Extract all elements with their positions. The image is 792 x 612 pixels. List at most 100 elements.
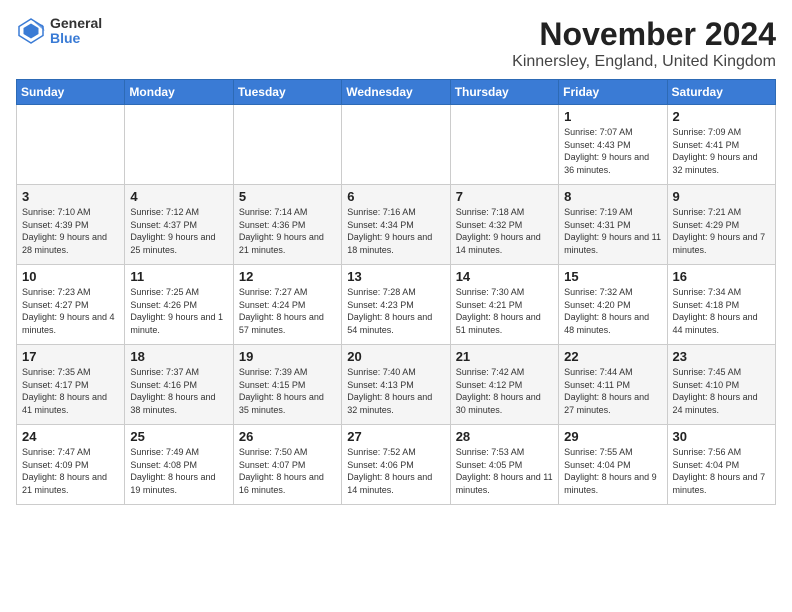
day-number: 21 (456, 349, 553, 364)
header-saturday: Saturday (667, 80, 775, 105)
title-area: November 2024 Kinnersley, England, Unite… (512, 16, 776, 71)
day-info: Sunrise: 7:56 AM Sunset: 4:04 PM Dayligh… (673, 446, 770, 496)
logo-general-text: General (50, 16, 102, 31)
day-number: 16 (673, 269, 770, 284)
calendar-week-2: 3 Sunrise: 7:10 AM Sunset: 4:39 PM Daylig… (17, 185, 776, 265)
calendar-cell: 2 Sunrise: 7:09 AM Sunset: 4:41 PM Daylig… (667, 105, 775, 185)
day-number: 30 (673, 429, 770, 444)
header: General Blue November 2024 Kinnersley, E… (16, 16, 776, 71)
day-number: 2 (673, 109, 770, 124)
day-info: Sunrise: 7:35 AM Sunset: 4:17 PM Dayligh… (22, 366, 119, 416)
calendar-cell: 15 Sunrise: 7:32 AM Sunset: 4:20 PM Dayli… (559, 265, 667, 345)
calendar-cell: 12 Sunrise: 7:27 AM Sunset: 4:24 PM Dayli… (233, 265, 341, 345)
calendar-cell: 27Sunrise: 7:52 AM Sunset: 4:06 PM Dayli… (342, 425, 450, 505)
day-info: Sunrise: 7:16 AM Sunset: 4:34 PM Dayligh… (347, 206, 444, 256)
logo-blue-text: Blue (50, 31, 102, 46)
day-info: Sunrise: 7:12 AM Sunset: 4:37 PM Dayligh… (130, 206, 227, 256)
day-info: Sunrise: 7:45 AM Sunset: 4:10 PM Dayligh… (673, 366, 770, 416)
day-info: Sunrise: 7:52 AM Sunset: 4:06 PM Dayligh… (347, 446, 444, 496)
calendar-cell: 25Sunrise: 7:49 AM Sunset: 4:08 PM Dayli… (125, 425, 233, 505)
day-number: 28 (456, 429, 553, 444)
calendar-table: Sunday Monday Tuesday Wednesday Thursday… (16, 79, 776, 505)
day-info: Sunrise: 7:47 AM Sunset: 4:09 PM Dayligh… (22, 446, 119, 496)
day-number: 8 (564, 189, 661, 204)
day-number: 29 (564, 429, 661, 444)
day-number: 18 (130, 349, 227, 364)
day-info: Sunrise: 7:27 AM Sunset: 4:24 PM Dayligh… (239, 286, 336, 336)
day-number: 10 (22, 269, 119, 284)
calendar-cell: 30 Sunrise: 7:56 AM Sunset: 4:04 PM Dayli… (667, 425, 775, 505)
day-number: 5 (239, 189, 336, 204)
calendar-cell: 14 Sunrise: 7:30 AM Sunset: 4:21 PM Dayli… (450, 265, 558, 345)
day-info: Sunrise: 7:40 AM Sunset: 4:13 PM Dayligh… (347, 366, 444, 416)
header-thursday: Thursday (450, 80, 558, 105)
day-info: Sunrise: 7:32 AM Sunset: 4:20 PM Dayligh… (564, 286, 661, 336)
calendar-week-3: 10 Sunrise: 7:23 AM Sunset: 4:27 PM Dayli… (17, 265, 776, 345)
day-info: Sunrise: 7:14 AM Sunset: 4:36 PM Dayligh… (239, 206, 336, 256)
calendar-cell: 21 Sunrise: 7:42 AM Sunset: 4:12 PM Dayli… (450, 345, 558, 425)
logo: General Blue (16, 16, 102, 47)
day-info: Sunrise: 7:23 AM Sunset: 4:27 PM Dayligh… (22, 286, 119, 336)
calendar-cell: 9 Sunrise: 7:21 AM Sunset: 4:29 PM Daylig… (667, 185, 775, 265)
header-sunday: Sunday (17, 80, 125, 105)
day-info: Sunrise: 7:21 AM Sunset: 4:29 PM Dayligh… (673, 206, 770, 256)
calendar-cell (233, 105, 341, 185)
day-info: Sunrise: 7:18 AM Sunset: 4:32 PM Dayligh… (456, 206, 553, 256)
day-info: Sunrise: 7:37 AM Sunset: 4:16 PM Dayligh… (130, 366, 227, 416)
calendar-cell (125, 105, 233, 185)
calendar-cell (17, 105, 125, 185)
day-number: 15 (564, 269, 661, 284)
day-number: 23 (673, 349, 770, 364)
calendar-cell: 3 Sunrise: 7:10 AM Sunset: 4:39 PM Daylig… (17, 185, 125, 265)
day-info: Sunrise: 7:50 AM Sunset: 4:07 PM Dayligh… (239, 446, 336, 496)
calendar-cell (450, 105, 558, 185)
day-info: Sunrise: 7:10 AM Sunset: 4:39 PM Dayligh… (22, 206, 119, 256)
header-monday: Monday (125, 80, 233, 105)
day-info: Sunrise: 7:09 AM Sunset: 4:41 PM Dayligh… (673, 126, 770, 176)
day-number: 14 (456, 269, 553, 284)
calendar-cell: 5 Sunrise: 7:14 AM Sunset: 4:36 PM Daylig… (233, 185, 341, 265)
calendar-cell (342, 105, 450, 185)
calendar-week-4: 17 Sunrise: 7:35 AM Sunset: 4:17 PM Dayli… (17, 345, 776, 425)
day-number: 26 (239, 429, 336, 444)
calendar-cell: 1Sunrise: 7:07 AM Sunset: 4:43 PM Daylig… (559, 105, 667, 185)
header-row: Sunday Monday Tuesday Wednesday Thursday… (17, 80, 776, 105)
calendar-cell: 26 Sunrise: 7:50 AM Sunset: 4:07 PM Dayli… (233, 425, 341, 505)
header-tuesday: Tuesday (233, 80, 341, 105)
header-friday: Friday (559, 80, 667, 105)
day-number: 11 (130, 269, 227, 284)
day-number: 13 (347, 269, 444, 284)
day-number: 7 (456, 189, 553, 204)
day-number: 20 (347, 349, 444, 364)
calendar-cell: 29Sunrise: 7:55 AM Sunset: 4:04 PM Dayli… (559, 425, 667, 505)
calendar-cell: 24 Sunrise: 7:47 AM Sunset: 4:09 PM Dayli… (17, 425, 125, 505)
day-info: Sunrise: 7:53 AM Sunset: 4:05 PM Dayligh… (456, 446, 553, 496)
header-wednesday: Wednesday (342, 80, 450, 105)
day-number: 12 (239, 269, 336, 284)
calendar-cell: 16 Sunrise: 7:34 AM Sunset: 4:18 PM Dayli… (667, 265, 775, 345)
calendar-cell: 22Sunrise: 7:44 AM Sunset: 4:11 PM Dayli… (559, 345, 667, 425)
calendar-cell: 19Sunrise: 7:39 AM Sunset: 4:15 PM Dayli… (233, 345, 341, 425)
day-number: 19 (239, 349, 336, 364)
day-number: 9 (673, 189, 770, 204)
calendar-header: Sunday Monday Tuesday Wednesday Thursday… (17, 80, 776, 105)
day-info: Sunrise: 7:30 AM Sunset: 4:21 PM Dayligh… (456, 286, 553, 336)
calendar-cell: 20 Sunrise: 7:40 AM Sunset: 4:13 PM Dayli… (342, 345, 450, 425)
day-info: Sunrise: 7:34 AM Sunset: 4:18 PM Dayligh… (673, 286, 770, 336)
day-number: 17 (22, 349, 119, 364)
day-info: Sunrise: 7:42 AM Sunset: 4:12 PM Dayligh… (456, 366, 553, 416)
day-number: 22 (564, 349, 661, 364)
calendar-week-5: 24 Sunrise: 7:47 AM Sunset: 4:09 PM Dayli… (17, 425, 776, 505)
day-number: 1 (564, 109, 661, 124)
calendar-body: 1Sunrise: 7:07 AM Sunset: 4:43 PM Daylig… (17, 105, 776, 505)
calendar-cell: 4Sunrise: 7:12 AM Sunset: 4:37 PM Daylig… (125, 185, 233, 265)
calendar-cell: 6 Sunrise: 7:16 AM Sunset: 4:34 PM Daylig… (342, 185, 450, 265)
calendar-cell: 10 Sunrise: 7:23 AM Sunset: 4:27 PM Dayli… (17, 265, 125, 345)
logo-text: General Blue (50, 16, 102, 47)
day-number: 6 (347, 189, 444, 204)
day-info: Sunrise: 7:28 AM Sunset: 4:23 PM Dayligh… (347, 286, 444, 336)
logo-icon (16, 16, 46, 46)
day-number: 3 (22, 189, 119, 204)
day-number: 24 (22, 429, 119, 444)
day-number: 25 (130, 429, 227, 444)
